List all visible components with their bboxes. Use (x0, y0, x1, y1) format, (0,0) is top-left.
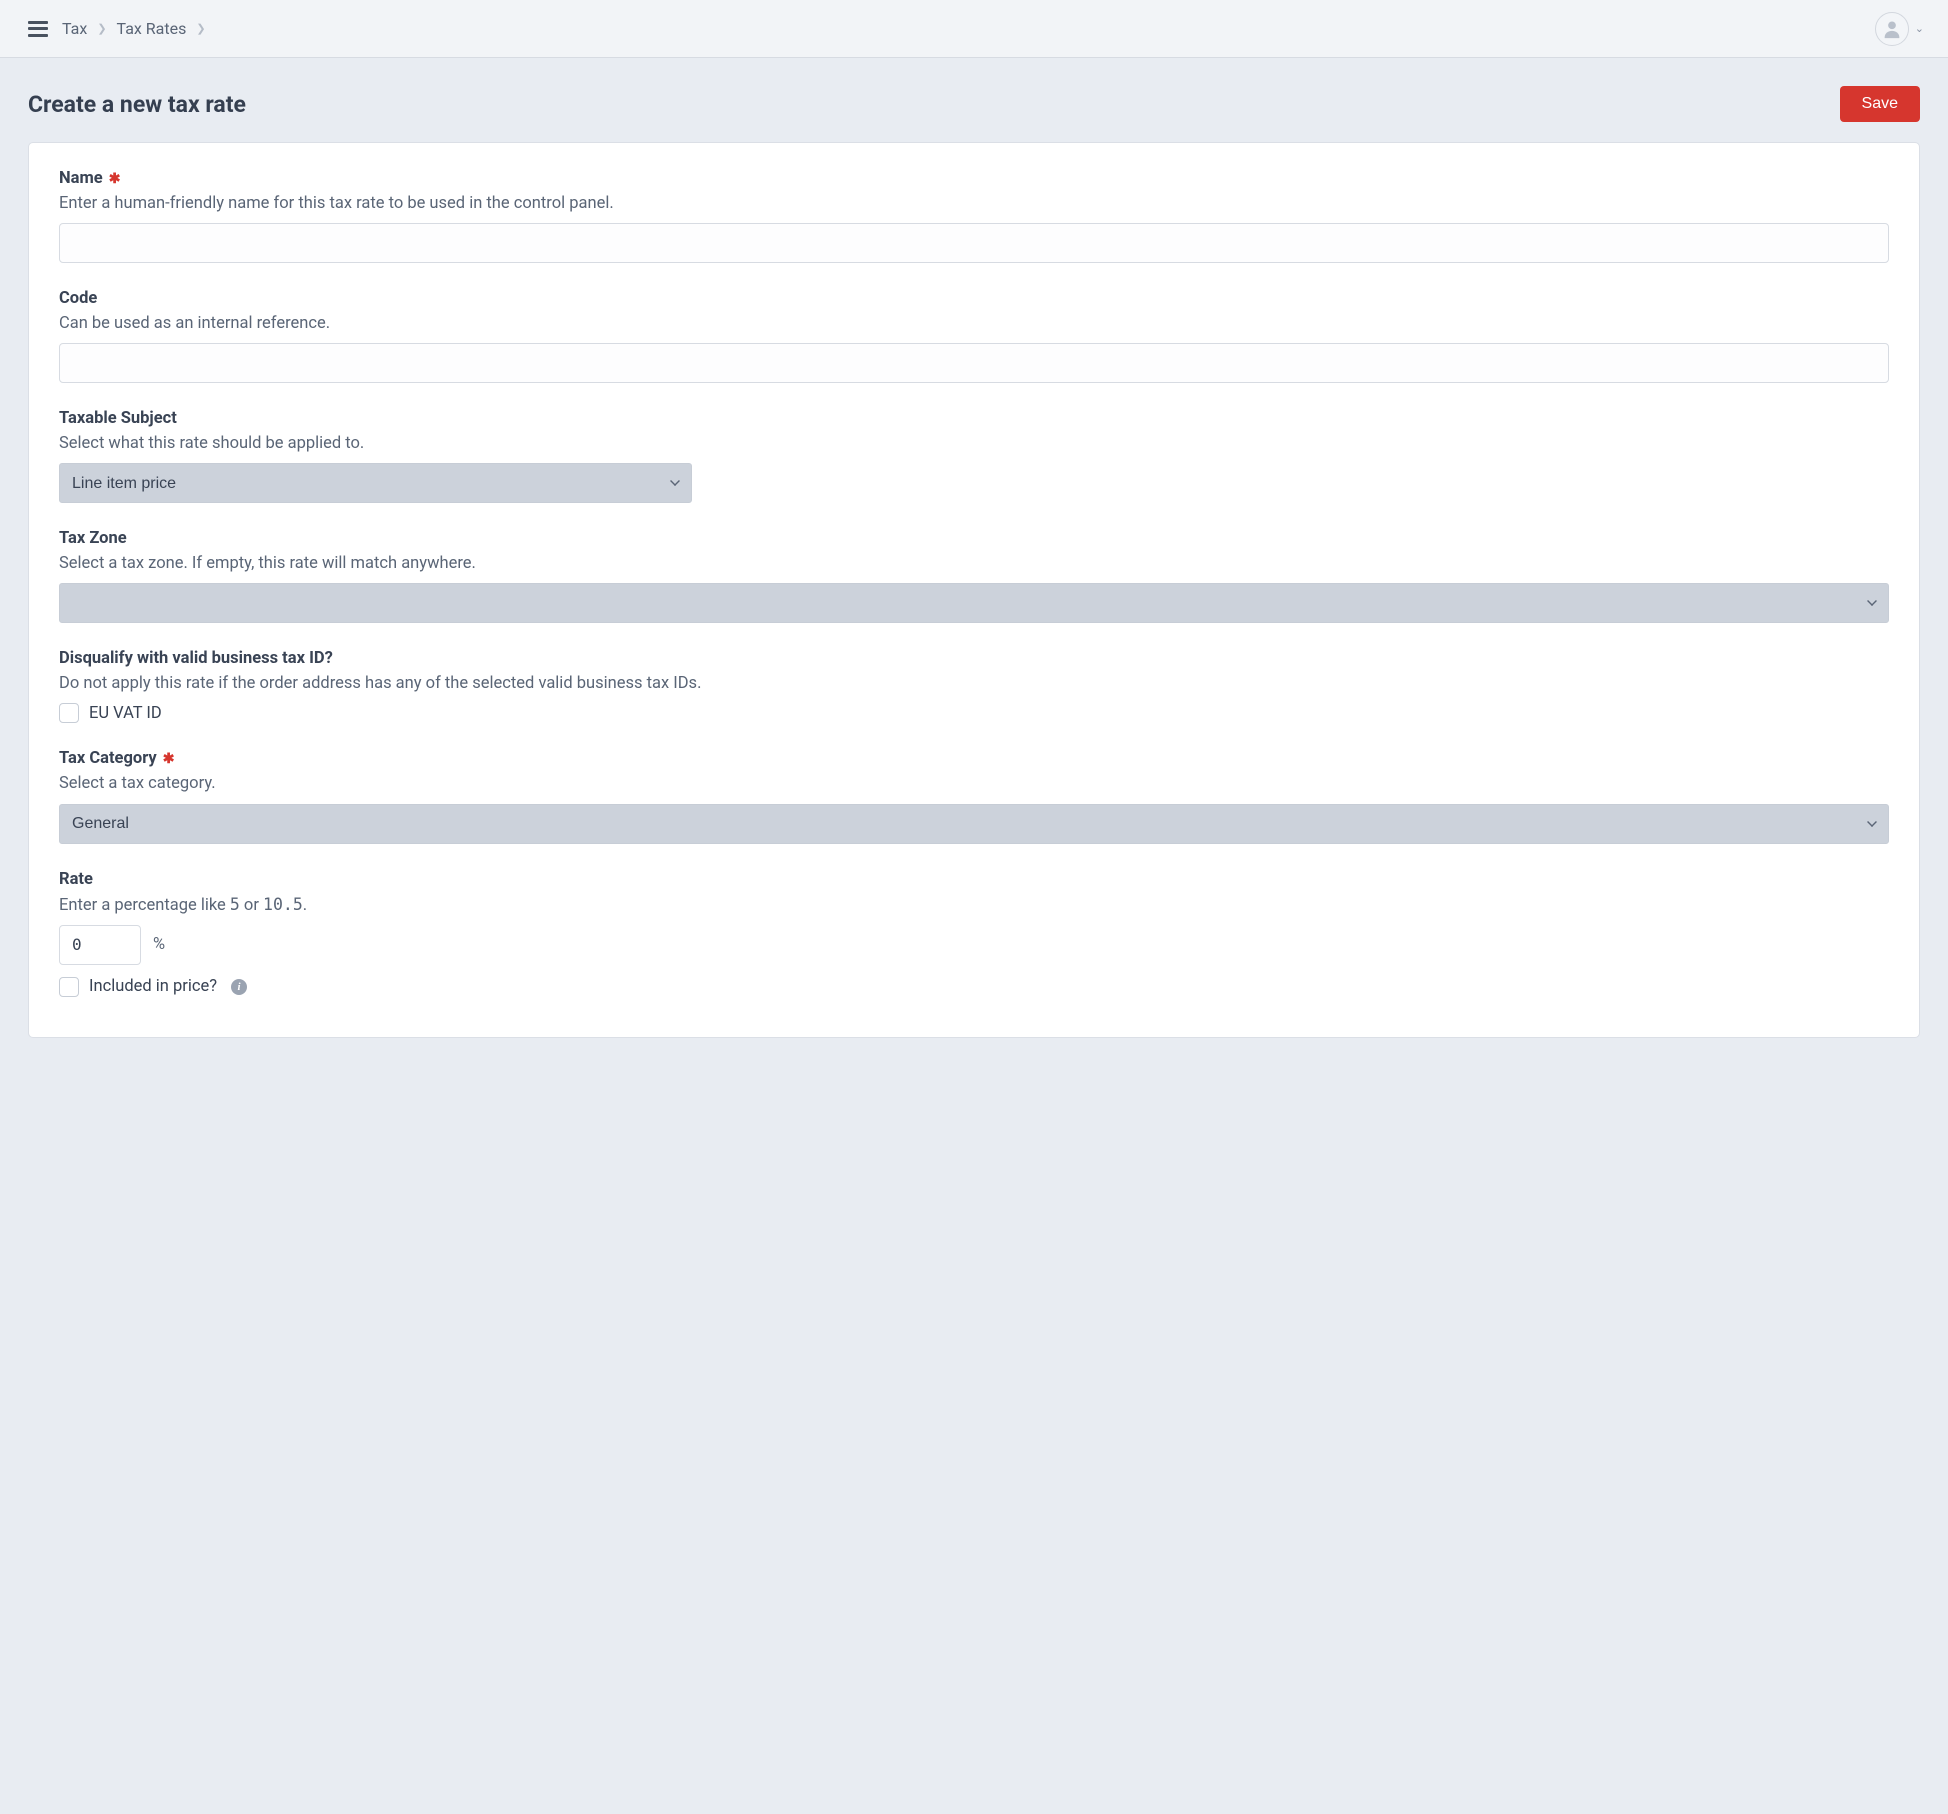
tax-zone-select[interactable] (59, 583, 1889, 623)
tax-category-select[interactable]: General (59, 804, 1889, 844)
rate-input-row: % (59, 925, 1889, 965)
field-code: Code Can be used as an internal referenc… (59, 289, 1889, 383)
breadcrumb: Tax ❯ Tax Rates ❯ (62, 19, 206, 38)
field-taxable-subject: Taxable Subject Select what this rate sh… (59, 409, 1889, 503)
breadcrumb-tax-rates[interactable]: Tax Rates (117, 19, 187, 38)
field-label: Tax Zone (59, 529, 1889, 548)
tax-category-select-wrap: General (59, 804, 1889, 844)
checkbox-label: EU VAT ID (89, 704, 162, 723)
label-text: Tax Zone (59, 529, 127, 548)
rate-input[interactable] (59, 925, 141, 965)
field-label: Name ✱ (59, 169, 1889, 188)
tax-zone-select-wrap (59, 583, 1889, 623)
taxable-subject-select-wrap: Line item price (59, 463, 692, 503)
required-icon: ✱ (163, 752, 175, 766)
field-label: Code (59, 289, 1889, 308)
field-help: Can be used as an internal reference. (59, 312, 1889, 335)
code-input[interactable] (59, 343, 1889, 383)
menu-icon[interactable] (28, 21, 48, 37)
field-help: Select a tax zone. If empty, this rate w… (59, 552, 1889, 575)
help-text: . (303, 896, 307, 915)
field-help: Select a tax category. (59, 772, 1889, 795)
topbar-left: Tax ❯ Tax Rates ❯ (28, 19, 206, 38)
field-label: Taxable Subject (59, 409, 1889, 428)
help-code: 10.5 (263, 895, 303, 914)
checkbox-label: Included in price? (89, 977, 217, 996)
label-text: Disqualify with valid business tax ID? (59, 649, 333, 668)
user-menu[interactable]: ⌄ (1875, 12, 1924, 46)
field-tax-zone: Tax Zone Select a tax zone. If empty, th… (59, 529, 1889, 623)
checkbox-row-eu-vat: EU VAT ID (59, 703, 1889, 723)
label-text: Taxable Subject (59, 409, 177, 428)
field-label: Tax Category ✱ (59, 749, 1889, 768)
field-help: Do not apply this rate if the order addr… (59, 672, 1889, 695)
label-text: Tax Category (59, 749, 157, 768)
field-tax-category: Tax Category ✱ Select a tax category. Ge… (59, 749, 1889, 843)
field-help: Enter a percentage like 5 or 10.5. (59, 893, 1889, 917)
field-rate: Rate Enter a percentage like 5 or 10.5. … (59, 870, 1889, 997)
page-title: Create a new tax rate (28, 91, 246, 118)
label-text: Code (59, 289, 97, 308)
breadcrumb-tax[interactable]: Tax (62, 19, 87, 38)
help-text: or (240, 896, 263, 915)
field-label: Disqualify with valid business tax ID? (59, 649, 1889, 668)
help-text: Enter a percentage like (59, 896, 230, 915)
info-icon[interactable]: i (231, 979, 247, 995)
field-label: Rate (59, 870, 1889, 889)
form-panel: Name ✱ Enter a human-friendly name for t… (28, 142, 1920, 1038)
included-checkbox[interactable] (59, 977, 79, 997)
field-help: Enter a human-friendly name for this tax… (59, 192, 1889, 215)
chevron-down-icon: ⌄ (1915, 22, 1924, 35)
required-icon: ✱ (109, 172, 121, 186)
chevron-right-icon: ❯ (196, 22, 205, 35)
taxable-subject-select[interactable]: Line item price (59, 463, 692, 503)
label-text: Name (59, 169, 103, 188)
save-button[interactable]: Save (1840, 86, 1920, 122)
field-help: Select what this rate should be applied … (59, 432, 1889, 455)
help-code: 5 (230, 895, 240, 914)
checkbox-row-included: Included in price? i (59, 977, 1889, 997)
eu-vat-checkbox[interactable] (59, 703, 79, 723)
name-input[interactable] (59, 223, 1889, 263)
field-name: Name ✱ Enter a human-friendly name for t… (59, 169, 1889, 263)
label-text: Rate (59, 870, 93, 889)
chevron-right-icon: ❯ (97, 22, 106, 35)
field-disqualify: Disqualify with valid business tax ID? D… (59, 649, 1889, 723)
avatar (1875, 12, 1909, 46)
topbar: Tax ❯ Tax Rates ❯ ⌄ (0, 0, 1948, 58)
percent-sign: % (153, 935, 165, 954)
page-header: Create a new tax rate Save (0, 58, 1948, 142)
